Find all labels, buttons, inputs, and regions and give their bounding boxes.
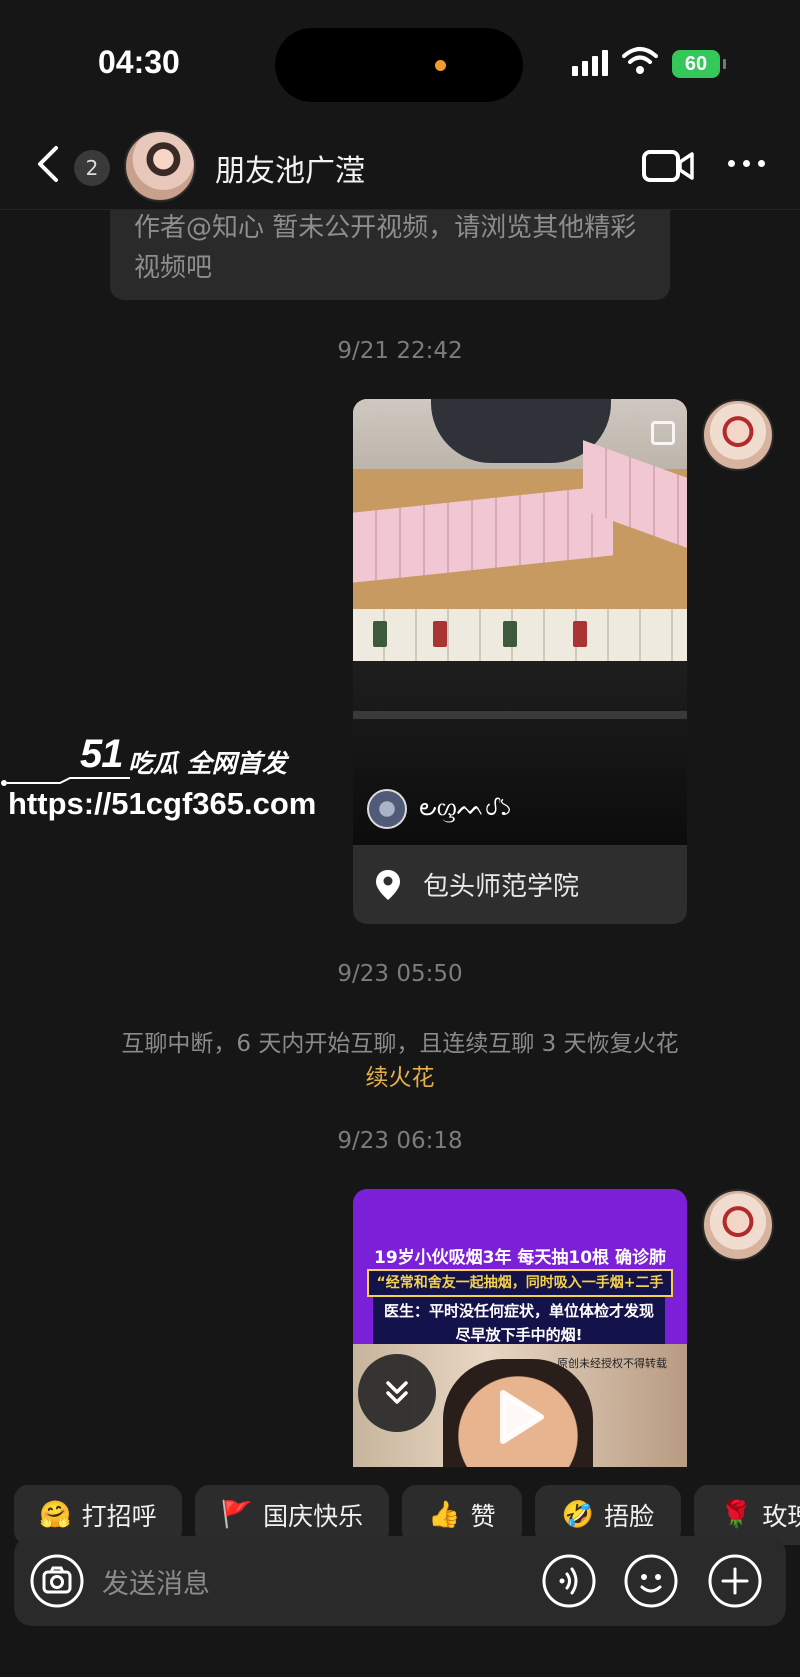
unavailable-video-notice: 作者@知心 暂未公开视频，请浏览其他精彩视频吧 — [110, 196, 670, 300]
rose-emoji-icon: 🌹 — [720, 1500, 753, 1530]
hug-emoji-icon: 🤗 — [39, 1500, 72, 1530]
unread-count-badge[interactable]: 2 — [74, 150, 110, 186]
video-doctor-text: 医生：平时没任何症状，单位体检才发现 尽早放下手中的烟! — [373, 1297, 665, 1349]
timestamp: 9/23 05:50 — [337, 961, 463, 987]
quick-reply-label: 玫瑰 — [762, 1502, 800, 1531]
message-input[interactable]: 发送消息 — [102, 1562, 210, 1601]
add-icon[interactable] — [708, 1554, 762, 1608]
voice-message-icon[interactable] — [542, 1554, 596, 1608]
author-avatar — [367, 789, 407, 829]
location-name: 包头师范学院 — [423, 872, 580, 902]
video-call-icon[interactable] — [642, 148, 694, 184]
contact-avatar[interactable] — [124, 130, 196, 202]
my-avatar[interactable] — [702, 399, 774, 471]
video-thumbnail[interactable]: ౿ᦐᨓ‍ᦔ১ — [353, 399, 687, 845]
battery-indicator: 60 — [672, 50, 726, 78]
play-icon[interactable] — [495, 1389, 545, 1445]
video-author[interactable]: ౿ᦐᨓ‍ᦔ১ — [367, 789, 513, 829]
contact-name[interactable]: 朋友池广滢 — [215, 146, 365, 190]
video-quote: “经常和舍友一起抽烟，同时吸入一手烟+二手烟” — [367, 1269, 673, 1315]
camera-icon[interactable] — [30, 1554, 84, 1608]
status-time: 04:30 — [98, 44, 180, 80]
spark-broken-notice: 互聊中断，6 天内开始互聊，且连续互聊 3 天恢复火花 — [121, 1031, 679, 1057]
timestamp: 9/23 06:18 — [337, 1128, 463, 1154]
message-input-bar[interactable]: 发送消息 — [14, 1536, 786, 1626]
watermark-logo: 51 — [80, 732, 123, 776]
watermark-url: https://51cgf365.com — [8, 786, 317, 821]
dynamic-island — [275, 28, 523, 102]
multi-image-icon — [651, 421, 675, 445]
camera-indicator-dot — [435, 60, 446, 71]
quick-reply-label: 国庆快乐 — [263, 1502, 364, 1531]
flag-emoji-icon: 🚩 — [220, 1500, 254, 1530]
renew-spark-link[interactable]: 续火花 — [0, 1058, 800, 1092]
wifi-icon — [622, 47, 658, 74]
laughing-emoji-icon: 🤣 — [561, 1500, 595, 1530]
scroll-to-bottom-button[interactable] — [358, 1354, 436, 1432]
quick-reply-label: 捂脸 — [604, 1502, 655, 1531]
chat-header: 2 朋友池广滢 — [0, 120, 800, 210]
shared-video-card[interactable]: ౿ᦐᨓ‍ᦔ১ 包头师范学院 — [353, 399, 687, 924]
video-copyright-caption: 原创未经授权不得转载 — [557, 1357, 667, 1370]
cellular-signal-icon — [572, 50, 608, 76]
emoji-icon[interactable] — [624, 1554, 678, 1608]
status-bar: 04:30 60 — [0, 0, 800, 120]
quick-reply-label: 打招呼 — [81, 1502, 157, 1531]
location-pin-icon — [376, 869, 400, 900]
doctor-line-1: 医生：平时没任何症状，单位体检才发现 — [383, 1302, 654, 1320]
more-options-icon[interactable] — [728, 160, 765, 167]
double-chevron-down-icon — [386, 1381, 408, 1404]
quick-reply-label: 赞 — [470, 1502, 496, 1531]
location-tag[interactable]: 包头师范学院 — [353, 845, 687, 924]
author-name: ౿ᦐᨓ‍ᦔ১ — [419, 793, 514, 821]
back-arrow-icon[interactable] — [30, 144, 66, 184]
timestamp: 9/21 22:42 — [337, 338, 463, 364]
my-avatar[interactable] — [702, 1189, 774, 1261]
watermark-tagline: 吃瓜 全网首发 — [128, 749, 287, 778]
thumbs-up-emoji-icon: 👍 — [428, 1500, 461, 1530]
